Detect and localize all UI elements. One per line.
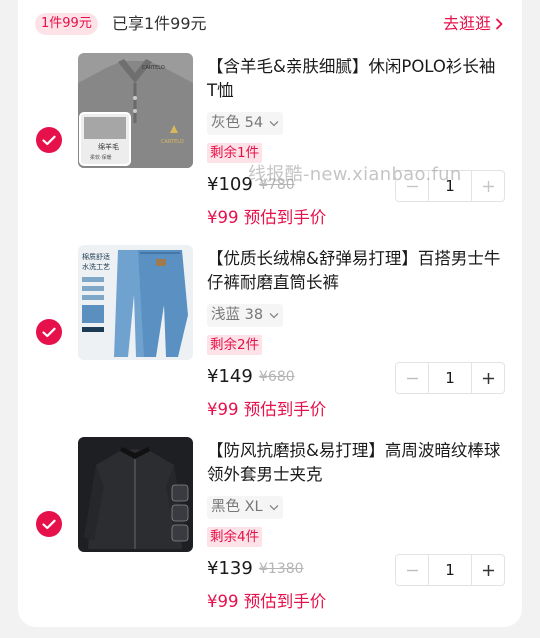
- cart-item: 【防风抗磨损&易打理】高周波暗纹棒球领外套男士夹克 黑色 XL 剩余4件 ¥13…: [18, 434, 522, 626]
- product-image[interactable]: [78, 437, 193, 552]
- go-shopping-link[interactable]: 去逛逛: [443, 12, 504, 36]
- chevron-down-icon: [269, 313, 279, 319]
- plus-icon: [482, 564, 494, 576]
- go-shopping-label: 去逛逛: [442, 14, 491, 33]
- price: ¥139: [207, 558, 253, 579]
- plus-icon: [482, 180, 494, 192]
- original-price: ¥1380: [259, 561, 304, 577]
- cart-item: 棉质舒适 水洗工艺 【优质长绒棉&舒弹易打理】百搭男士牛仔裤耐磨直筒长裤 浅蓝 …: [18, 242, 522, 434]
- chevron-right-icon: [496, 18, 503, 30]
- product-title[interactable]: 【优质长绒棉&舒弹易打理】百搭男士牛仔裤耐磨直筒长裤: [207, 247, 505, 295]
- variant-selector[interactable]: 黑色 XL: [207, 496, 283, 519]
- plus-icon: [482, 372, 494, 384]
- image-brand-text: CARTELO: [161, 139, 184, 145]
- variant-label: 浅蓝 38: [211, 307, 264, 323]
- check-icon: [42, 519, 56, 529]
- item-select-checkbox[interactable]: [36, 127, 62, 153]
- stock-badge: 剩余2件: [207, 335, 263, 355]
- promo-tag: 1件99元: [35, 13, 98, 35]
- image-caption: 柔软·保暖: [90, 154, 112, 161]
- product-title[interactable]: 【防风抗磨损&易打理】高周波暗纹棒球领外套男士夹克: [207, 439, 505, 487]
- price: ¥109: [207, 174, 253, 195]
- image-caption: 棉质舒适: [82, 252, 110, 261]
- chevron-down-icon: [269, 505, 279, 511]
- quantity-stepper: 1: [395, 362, 505, 394]
- promo-text: 已享1件99元: [112, 14, 207, 33]
- decrease-button[interactable]: [396, 171, 428, 201]
- image-caption: 水洗工艺: [82, 262, 110, 271]
- quantity-stepper: 1: [395, 170, 505, 202]
- product-title[interactable]: 【含羊毛&亲肤细腻】休闲POLO衫长袖T恤: [207, 55, 505, 103]
- product-image[interactable]: 棉质舒适 水洗工艺: [78, 245, 193, 360]
- quantity-value[interactable]: 1: [428, 555, 472, 585]
- original-price: ¥680: [259, 369, 295, 385]
- increase-button[interactable]: [472, 363, 504, 393]
- product-image[interactable]: 绵羊毛 柔软·保暖 CARTELO CARTELO: [78, 53, 193, 168]
- item-select-checkbox[interactable]: [36, 319, 62, 345]
- decrease-button[interactable]: [396, 555, 428, 585]
- image-brand-text: CARTELO: [142, 65, 165, 71]
- quantity-value[interactable]: 1: [428, 171, 472, 201]
- variant-label: 灰色 54: [211, 115, 264, 131]
- quantity-value[interactable]: 1: [428, 363, 472, 393]
- estimated-price: ¥99 预估到手价: [207, 400, 327, 419]
- minus-icon: [406, 377, 418, 379]
- variant-label: 黑色 XL: [211, 499, 263, 515]
- image-caption: 绵羊毛: [98, 142, 119, 151]
- stock-badge: 剩余4件: [207, 527, 263, 547]
- item-select-checkbox[interactable]: [36, 511, 62, 537]
- estimated-price: ¥99 预估到手价: [207, 592, 327, 611]
- increase-button[interactable]: [472, 171, 504, 201]
- minus-icon: [406, 185, 418, 187]
- variant-selector[interactable]: 灰色 54: [207, 112, 284, 135]
- quantity-stepper: 1: [395, 554, 505, 586]
- check-icon: [42, 135, 56, 145]
- stock-badge: 剩余1件: [207, 143, 263, 163]
- chevron-down-icon: [269, 121, 279, 127]
- original-price: ¥780: [259, 177, 295, 193]
- minus-icon: [406, 569, 418, 571]
- decrease-button[interactable]: [396, 363, 428, 393]
- variant-selector[interactable]: 浅蓝 38: [207, 304, 284, 327]
- price: ¥149: [207, 366, 253, 387]
- estimated-price: ¥99 预估到手价: [207, 208, 327, 227]
- promo-bar: 1件99元 已享1件99元 去逛逛: [18, 0, 522, 46]
- increase-button[interactable]: [472, 555, 504, 585]
- cart-item: 绵羊毛 柔软·保暖 CARTELO CARTELO 【含羊毛&亲肤细腻】休闲PO…: [18, 50, 522, 242]
- check-icon: [42, 327, 56, 337]
